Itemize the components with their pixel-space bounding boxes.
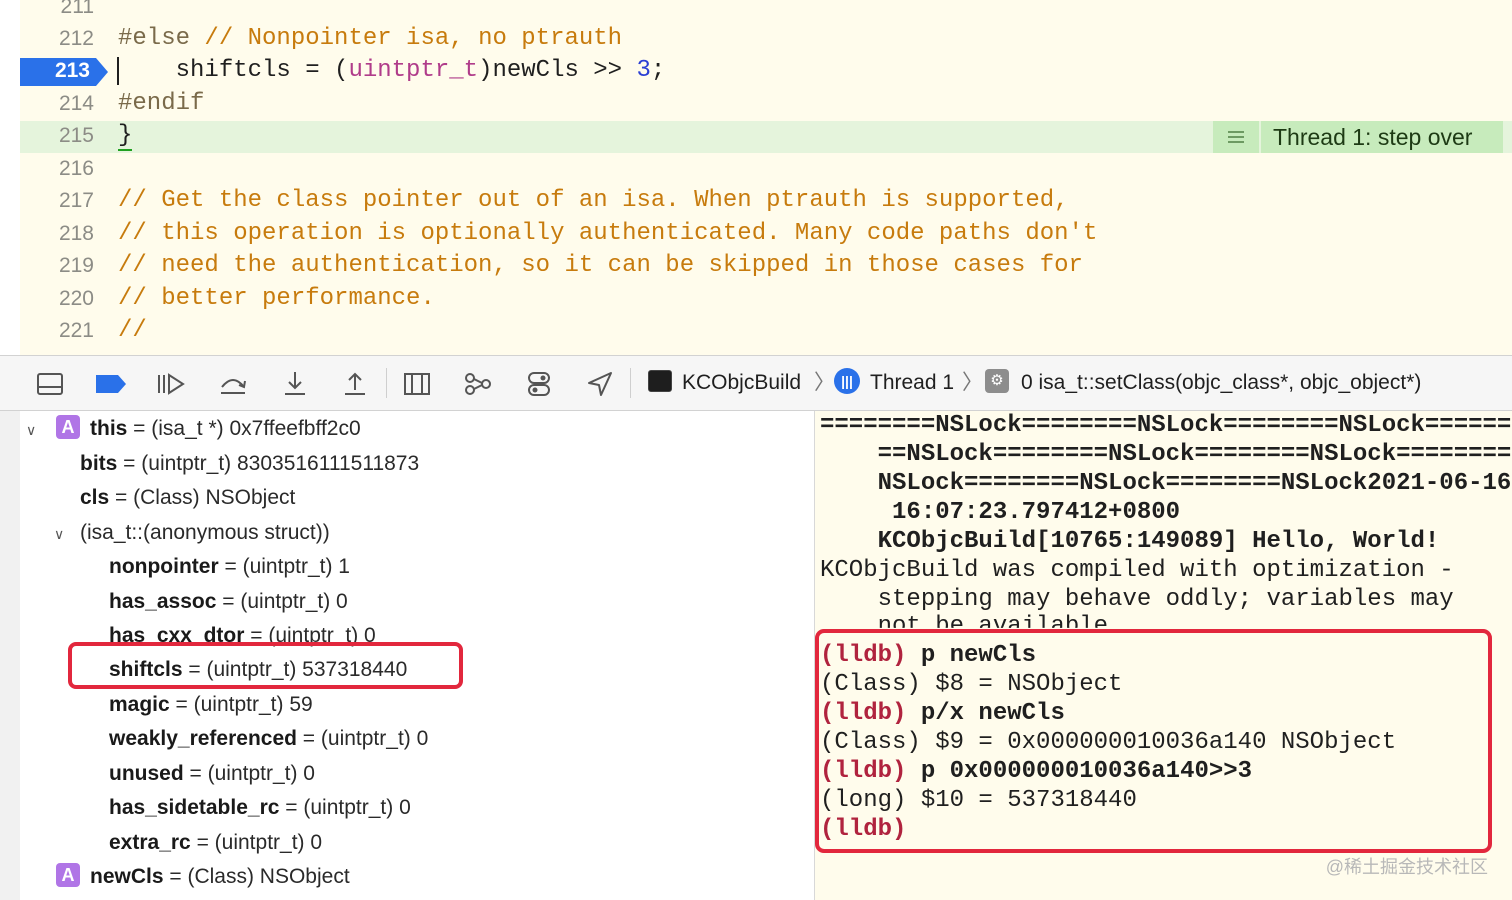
chevron-down-icon[interactable]: ∨ [54,517,80,551]
code-text: // this operation is optionally authenti… [118,220,1098,247]
code-line-221[interactable]: 221 // [20,316,1512,348]
console-output-line: KCObjcBuild was compiled with optimizati… [820,557,1454,584]
debug-bar: KCObjcBuild 〉 ||| Thread 1 〉 ⚙ 0 isa_t::se… [0,355,1512,411]
step-over-icon[interactable] [218,369,248,399]
line-number: 212 [58,27,94,50]
variable-row-nonpointer[interactable]: nonpointer = (uintptr_t) 1 [109,550,350,584]
console-output-line: ========NSLock========NSLock========NSLo… [820,412,1512,439]
annotation-highlight-box [815,629,1492,853]
list-icon[interactable] [1213,121,1259,153]
code-line-216[interactable]: 216 [20,154,1512,186]
code-line-217[interactable]: 217 // Get the class pointer out of an i… [20,186,1512,218]
code-line-220[interactable]: 220 // better performance. [20,284,1512,316]
console-output-line: ==NSLock========NSLock========NSLock====… [820,441,1512,468]
line-number: 215 [58,124,94,147]
code-text: // need the authentication, so it can be… [118,252,1083,279]
view-hierarchy-icon[interactable] [402,369,432,399]
thread-step-label: Thread 1: step over [1261,121,1503,153]
variable-row-weakly-referenced[interactable]: weakly_referenced = (uintptr_t) 0 [109,722,428,756]
variable-type-badge: A [56,415,80,440]
editor-left-margin [0,0,20,355]
variable-row-newcls[interactable]: AnewCls = (Class) NSObject [56,860,350,894]
variable-row-this[interactable]: ∨ Athis = (isa_t *) 0x7ffeefbff2c0 [26,412,361,446]
breadcrumb-thread[interactable]: ||| Thread 1 [834,356,954,410]
code-text: // better performance. [118,285,435,312]
console-output-line: NSLock========NSLock========NSLock2021-0… [820,470,1512,497]
variable-row-anonymous-struct[interactable]: ∨ (isa_t::(anonymous struct)) [54,516,330,550]
line-number: 220 [58,287,94,310]
console-output-line: 16:07:23.797412+0800 [820,499,1181,526]
code-text: // Get the class pointer out of an isa. … [118,187,1069,214]
line-number: 217 [58,189,94,212]
variable-row-has-sidetable-rc[interactable]: has_sidetable_rc = (uintptr_t) 0 [109,791,411,825]
variable-row-extra-rc[interactable]: extra_rc = (uintptr_t) 0 [109,826,322,860]
code-line-218[interactable]: 218 // this operation is optionally auth… [20,219,1512,251]
code-line-211[interactable]: 211 [20,0,1512,24]
chevron-right-icon: 〉 [814,371,835,394]
line-number: 221 [58,319,94,342]
step-into-icon[interactable] [280,369,310,399]
code-line-219[interactable]: 219 // need the authentication, so it ca… [20,251,1512,283]
line-number: 218 [58,222,94,245]
variable-type-badge: A [56,863,80,888]
code-text: #else // Nonpointer isa, no ptrauth [118,25,623,52]
breakpoint-toggle-icon[interactable] [94,369,128,399]
watermark: @稀土掘金技术社区 [1325,857,1488,877]
line-number: 216 [58,157,94,180]
debug-console[interactable]: ========NSLock========NSLock========NSLo… [815,411,1512,900]
code-text: shiftcls = (uintptr_t)newCls >> 3; [118,57,666,84]
breadcrumb-target[interactable]: KCObjcBuild [648,356,801,410]
memory-graph-icon[interactable] [463,369,493,399]
code-line-212[interactable]: 212 #else // Nonpointer isa, no ptrauth [20,24,1512,56]
annotation-highlight-box [68,642,463,689]
line-number: 219 [58,254,94,277]
breadcrumb-frame[interactable]: ⚙ 0 isa_t::setClass(objc_class*, objc_obj… [985,356,1421,410]
thread-step-annotation[interactable]: Thread 1: step over [1213,121,1503,153]
step-out-icon[interactable] [340,369,370,399]
continue-icon[interactable] [156,369,186,399]
variable-row-cls[interactable]: cls = (Class) NSObject [80,481,295,515]
variable-row-bits[interactable]: bits = (uintptr_t) 8303516111511873 [80,447,419,481]
location-icon[interactable] [585,369,615,399]
code-text: #endif [118,90,205,117]
thread-icon: ||| [834,368,860,395]
variable-row-unused[interactable]: unused = (uintptr_t) 0 [109,757,315,791]
chevron-right-icon: 〉 [962,371,983,394]
source-editor[interactable]: 211 212 #else // Nonpointer isa, no ptra… [0,0,1512,355]
code-line-214[interactable]: 214 #endif [20,89,1512,121]
terminal-app-icon [648,370,672,393]
hide-debug-area-icon[interactable] [35,369,65,399]
line-number: 214 [58,92,94,115]
code-text: } [118,122,133,151]
stack-frame-gear-icon: ⚙ [985,369,1009,394]
code-line-213-current[interactable]: 213 shiftcls = (uintptr_t)newCls >> 3; [20,56,1512,88]
toolbar-separator [630,368,631,398]
line-number: 211 [60,0,94,18]
variable-row-magic[interactable]: magic = (uintptr_t) 59 [109,688,313,722]
chevron-down-icon[interactable]: ∨ [26,413,46,447]
environment-overrides-icon[interactable] [524,369,554,399]
toolbar-separator [386,368,387,398]
variables-view[interactable]: ∨ Athis = (isa_t *) 0x7ffeefbff2c0 bits =… [0,411,814,900]
breakpoint-marker[interactable]: 213 [20,58,108,86]
variables-left-margin [0,411,20,900]
console-output-line: stepping may behave oddly; variables may [820,586,1454,613]
console-output-line: KCObjcBuild[10765:149089] Hello, World! [820,528,1440,555]
variable-row-has-assoc[interactable]: has_assoc = (uintptr_t) 0 [109,585,348,619]
code-text: // [118,317,147,344]
